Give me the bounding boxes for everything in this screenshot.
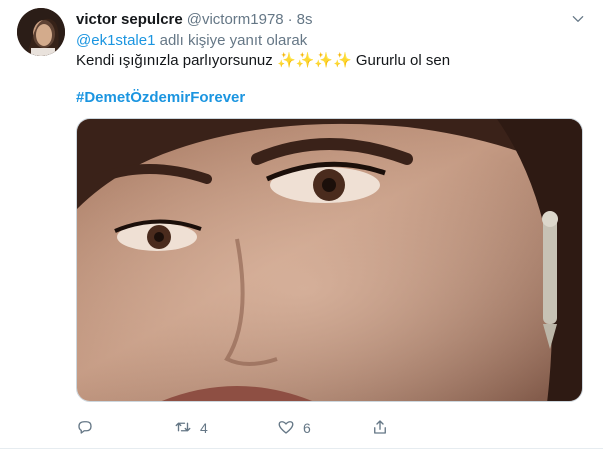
retweet-icon[interactable]	[174, 418, 192, 439]
reply-mention-link[interactable]: @ek1stale1	[76, 32, 155, 49]
tweet-header: victor sepulcre @victorm1978 · 8s	[76, 9, 313, 29]
reply-button[interactable]	[76, 418, 102, 439]
reply-icon[interactable]	[76, 418, 94, 439]
tweet-text: Kendi ışığınızla parlıyorsunuz ✨✨✨✨ Guru…	[76, 51, 450, 71]
timestamp[interactable]: 8s	[297, 11, 313, 28]
chevron-down-icon[interactable]	[569, 10, 587, 28]
sparkles-emoji: ✨✨✨✨	[276, 52, 352, 69]
tweet-text-before: Kendi ışığınızla parlıyorsunuz	[76, 52, 277, 69]
reply-context: @ek1stale1 adlı kişiye yanıt olarak	[76, 32, 307, 49]
avatar[interactable]	[17, 8, 65, 56]
like-count: 6	[303, 420, 311, 436]
separator-dot: ·	[287, 10, 293, 28]
hashtag-link[interactable]: #DemetÖzdemirForever	[76, 89, 245, 106]
retweet-count: 4	[200, 420, 208, 436]
share-button[interactable]	[371, 418, 389, 439]
tweet-actions: 4 6	[76, 416, 496, 440]
display-name[interactable]: victor sepulcre	[76, 11, 183, 28]
reply-context-text: adlı kişiye yanıt olarak	[155, 32, 308, 49]
user-handle[interactable]: @victorm1978	[187, 11, 284, 28]
tweet-text-after: Gururlu ol sen	[351, 52, 451, 69]
tweet[interactable]: victor sepulcre @victorm1978 · 8s @ek1st…	[0, 0, 603, 449]
share-icon[interactable]	[371, 418, 389, 439]
like-button[interactable]: 6	[277, 418, 311, 439]
heart-icon[interactable]	[277, 418, 295, 439]
retweet-button[interactable]: 4	[174, 418, 208, 439]
tweet-photo[interactable]	[76, 118, 583, 402]
